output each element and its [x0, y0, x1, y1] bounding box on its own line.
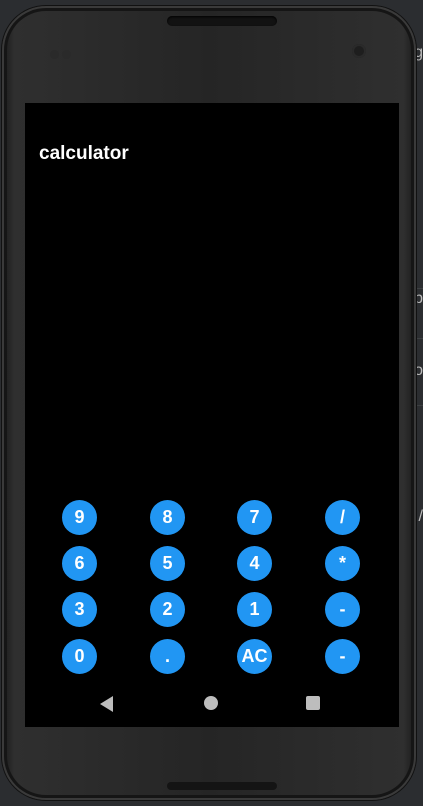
key-minus[interactable]: -	[325, 592, 360, 627]
proximity-sensor	[50, 46, 76, 59]
keypad-row: 9 8 7 /	[25, 500, 399, 536]
key-decimal[interactable]: .	[150, 639, 185, 674]
phone-frame: calculator 9 8 7 / 6 5 4 * 3 2 1 - 0 . A…	[2, 6, 416, 800]
key-4[interactable]: 4	[237, 546, 272, 581]
bottom-speaker	[167, 782, 277, 790]
key-0[interactable]: 0	[62, 639, 97, 674]
key-all-clear[interactable]: AC	[237, 639, 272, 674]
ide-background-text: /	[418, 508, 423, 525]
key-8[interactable]: 8	[150, 500, 185, 535]
recents-icon[interactable]	[306, 696, 320, 710]
back-icon[interactable]	[100, 696, 113, 712]
home-icon[interactable]	[204, 696, 218, 710]
front-camera-icon	[352, 44, 366, 58]
keypad-row: 0 . AC -	[25, 639, 399, 675]
key-9[interactable]: 9	[62, 500, 97, 535]
keypad-row: 6 5 4 *	[25, 546, 399, 582]
key-3[interactable]: 3	[62, 592, 97, 627]
key-1[interactable]: 1	[237, 592, 272, 627]
earpiece-speaker	[167, 16, 277, 26]
key-7[interactable]: 7	[237, 500, 272, 535]
phone-screen: calculator 9 8 7 / 6 5 4 * 3 2 1 - 0 . A…	[25, 103, 399, 727]
key-minus-2[interactable]: -	[325, 639, 360, 674]
app-title: calculator	[39, 143, 129, 164]
key-2[interactable]: 2	[150, 592, 185, 627]
key-multiply[interactable]: *	[325, 546, 360, 581]
key-5[interactable]: 5	[150, 546, 185, 581]
android-nav-bar	[25, 687, 399, 723]
key-6[interactable]: 6	[62, 546, 97, 581]
keypad-row: 3 2 1 -	[25, 592, 399, 628]
key-divide[interactable]: /	[325, 500, 360, 535]
